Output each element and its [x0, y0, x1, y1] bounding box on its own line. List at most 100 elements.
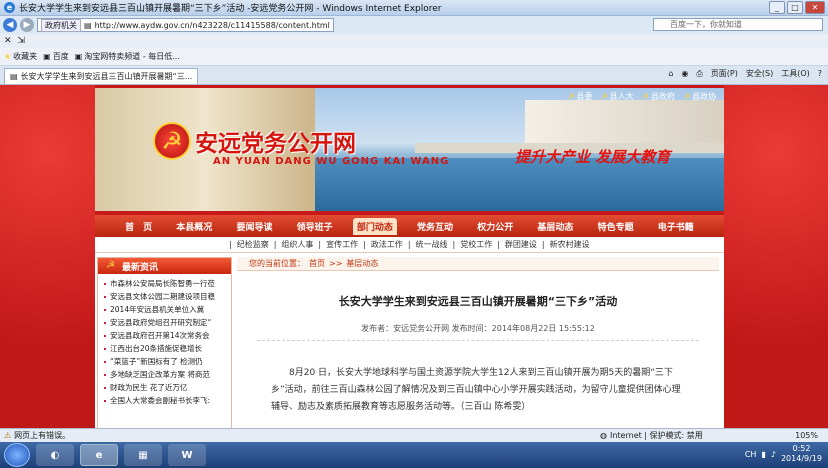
convert-icon[interactable]: ⇲	[18, 36, 26, 46]
address-url[interactable]: http://www.aydw.gov.cn/n423228/c11415588…	[95, 21, 330, 30]
safety-menu[interactable]: 安全(S)	[746, 68, 773, 79]
site-logo[interactable]: ☭ 安远党务公开网	[153, 122, 356, 160]
subnav-sep: |	[363, 240, 366, 249]
nav-ebooks[interactable]: 电子书籍	[654, 218, 698, 235]
window-controls: _ □ ✕	[769, 1, 825, 14]
taobao-icon: ▣	[74, 52, 83, 61]
breadcrumb-home[interactable]: 首页	[309, 258, 325, 269]
subnav-united-front[interactable]: 统一战线	[416, 239, 448, 250]
taskbar-explorer[interactable]: ▦	[124, 444, 162, 466]
breadcrumb: 您的当前位置： 首页 >> 基层动态	[237, 257, 719, 271]
subnav-personnel[interactable]: 组织人事	[281, 239, 313, 250]
news-list: 市森林公安局局长陈智勇一行莅 安远县文体公园二期建设项目稳 2014年安远县机关…	[98, 274, 231, 407]
news-item[interactable]: 全国人大常委会副秘书长李飞:	[98, 394, 231, 407]
close-tab-icon[interactable]: ✕	[4, 36, 12, 46]
web-page: ☭ 县委 ☭ 县人大 ☭ 县政府 ☭ 县政协 ☭ 安远党务公开网 AN YUAN DAN…	[0, 85, 828, 428]
news-item[interactable]: 安远县政府召开第14次常务会	[98, 329, 231, 342]
nav-news[interactable]: 要闻导读	[232, 218, 276, 235]
news-item[interactable]: 安远县政府党组召开研究制定“	[98, 316, 231, 329]
favorites-button[interactable]: ★ 收藏夹	[4, 51, 37, 62]
nav-leadership[interactable]: 领导班子	[293, 218, 337, 235]
favorite-label: 淘宝网特卖频道 - 每日低...	[84, 52, 180, 61]
toplink-county-government[interactable]: ☭ 县政府	[642, 91, 675, 102]
toplink-county-cppcc[interactable]: ☭ 县政协	[683, 91, 716, 102]
nav-home[interactable]: 首 页	[121, 218, 156, 235]
party-emblem-icon: ☭	[567, 92, 575, 101]
menu-row: ✕ ⇲	[0, 34, 828, 48]
news-item[interactable]: 2014年安远县机关单位入冀	[98, 303, 231, 316]
status-text[interactable]: 网页上有错误。	[14, 430, 70, 441]
minimize-button[interactable]: _	[769, 1, 785, 14]
subnav-discipline[interactable]: 纪检监察	[237, 239, 269, 250]
network-icon[interactable]: ▮	[761, 450, 765, 459]
breadcrumb-label: 您的当前位置：	[249, 259, 305, 268]
nav-grassroots[interactable]: 基层动态	[533, 218, 577, 235]
toplink-label: 县政府	[650, 92, 675, 101]
print-icon[interactable]: ⎙	[696, 69, 702, 79]
status-bar: ⚠ 网页上有错误。 ◍ Internet | 保护模式: 禁用 105%	[0, 428, 828, 442]
back-button[interactable]: ◀	[3, 18, 17, 32]
news-item[interactable]: “菜篮子”新国标有了 检测仍	[98, 355, 231, 368]
tools-menu[interactable]: 工具(O)	[781, 68, 810, 79]
forward-button[interactable]: ▶	[20, 18, 34, 32]
site-category-tag: 政府机关	[41, 18, 81, 32]
close-window-button[interactable]: ✕	[805, 1, 825, 14]
divider	[257, 340, 699, 341]
article-meta: 发布者：安远党务公开网 发布时间：2014年08月22日 15:55:12	[361, 324, 595, 333]
nav-power-disclosure[interactable]: 权力公开	[473, 218, 517, 235]
help-icon[interactable]: ?	[818, 69, 822, 78]
favorite-item-baidu[interactable]: ▣ 百度	[43, 51, 69, 62]
subnav-publicity[interactable]: 宣传工作	[326, 239, 358, 250]
banner-slogan: 提升大产业 发展大教育	[515, 148, 671, 166]
home-icon[interactable]: ⌂	[668, 69, 673, 78]
emblem-icon: ☭	[600, 92, 608, 101]
sidebar-header: ☭ 最新资讯	[98, 258, 231, 274]
news-item[interactable]: 江西出台20条措施促稳增长	[98, 342, 231, 355]
nav-county-overview[interactable]: 本县概况	[172, 218, 216, 235]
browser-tab[interactable]: ▤ 长安大学学生来到安远县三百山镇开展暑期“三...	[4, 68, 199, 84]
favorite-item-taobao[interactable]: ▣ 淘宝网特卖频道 - 每日低...	[75, 51, 180, 62]
news-item[interactable]: 多地缺乏国企改革方案 将商范	[98, 368, 231, 381]
favorites-label: 收藏夹	[13, 52, 38, 61]
breadcrumb-separator: >>	[329, 259, 343, 268]
star-icon: ★	[4, 52, 12, 61]
start-button[interactable]	[4, 443, 30, 467]
globe-icon: ◍	[600, 431, 607, 440]
main-navigation: 首 页 本县概况 要闻导读 领导班子 部门动态 党务互动 权力公开 基层动态 特…	[95, 215, 724, 237]
subnav-mass-org[interactable]: 群团建设	[505, 239, 537, 250]
taskbar-ie[interactable]: e	[80, 444, 118, 466]
page-menu[interactable]: 页面(P)	[711, 68, 738, 79]
subnav-party-school[interactable]: 党校工作	[460, 239, 492, 250]
taskbar-word[interactable]: W	[168, 444, 206, 466]
party-emblem-icon: ☭	[153, 122, 191, 160]
subnav-rural[interactable]: 新农村建设	[550, 239, 590, 250]
nav-special-topics[interactable]: 特色专题	[594, 218, 638, 235]
subnav-legal[interactable]: 政法工作	[371, 239, 403, 250]
volume-icon[interactable]: ♪	[771, 450, 776, 459]
warning-icon[interactable]: ⚠	[4, 431, 11, 440]
address-bar[interactable]: 政府机关 ▤ http://www.aydw.gov.cn/n423228/c1…	[37, 18, 334, 32]
feeds-icon[interactable]: ◉	[681, 69, 688, 78]
news-item[interactable]: 安远县文体公园二期建设项目稳	[98, 290, 231, 303]
emblem-icon: ☭	[641, 92, 649, 101]
subnav-sep: |	[541, 240, 545, 249]
nav-party-interaction[interactable]: 党务互动	[413, 218, 457, 235]
baidu-icon: ▣	[43, 52, 51, 61]
security-zone[interactable]: ◍ Internet | 保护模式: 禁用	[600, 430, 703, 441]
news-item[interactable]: 市森林公安局局长陈智勇一行莅	[98, 277, 231, 290]
zoom-level[interactable]: 105%	[795, 431, 818, 440]
search-input[interactable]: 百度一下，你就知道	[653, 18, 823, 31]
party-emblem-icon: ☭	[106, 260, 115, 271]
window-title: 长安大学学生来到安远县三百山镇开展暑期“三下乡”活动 -安远党务公开网 - Wi…	[19, 4, 442, 14]
clock[interactable]: 0:52 2014/9/19	[781, 444, 822, 464]
news-item[interactable]: 财政为民生 花了近万亿	[98, 381, 231, 394]
toplink-county-congress[interactable]: ☭ 县人大	[600, 91, 633, 102]
toplink-county-committee[interactable]: ☭ 县委	[567, 91, 592, 102]
maximize-button[interactable]: □	[787, 1, 803, 14]
favorites-bar: ★ 收藏夹 ▣ 百度 ▣ 淘宝网特卖频道 - 每日低...	[0, 48, 828, 66]
breadcrumb-section[interactable]: 基层动态	[346, 258, 378, 269]
input-method-icon[interactable]: CH	[745, 450, 757, 459]
taskbar-photo-app[interactable]: ◐	[36, 444, 74, 466]
article-body: 8月20 日，长安大学地球科学与国土资源学院大学生12人来到三百山镇开展为期5天…	[271, 368, 681, 412]
nav-department-news[interactable]: 部门动态	[352, 217, 397, 235]
